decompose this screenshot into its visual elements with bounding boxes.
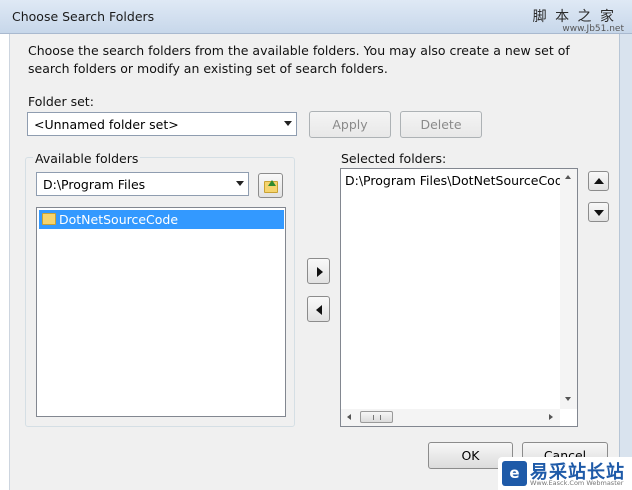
folder-set-label: Folder set: — [28, 94, 94, 109]
list-item[interactable]: DotNetSourceCode — [39, 210, 284, 229]
watermark-bottom: e 易采站长站 Www.Easck.Com Webmaster — [498, 457, 632, 490]
available-folders-label: Available folders — [33, 151, 141, 166]
move-down-button[interactable] — [588, 202, 609, 222]
available-path-value: D:\Program Files — [43, 177, 146, 192]
available-path-dropdown[interactable]: D:\Program Files — [36, 172, 249, 196]
remove-folder-button[interactable] — [307, 296, 330, 322]
folder-set-value: <Unnamed folder set> — [34, 117, 179, 132]
apply-button[interactable]: Apply — [309, 111, 391, 138]
delete-button[interactable]: Delete — [400, 111, 482, 138]
window-title: Choose Search Folders — [12, 9, 155, 24]
scroll-left-icon[interactable] — [347, 414, 351, 420]
available-folders-list[interactable]: DotNetSourceCode — [36, 207, 286, 417]
selected-folders-label: Selected folders: — [341, 151, 447, 166]
list-item[interactable]: D:\Program Files\DotNetSourceCode — [345, 173, 560, 188]
chevron-down-icon — [284, 121, 292, 126]
move-up-button[interactable] — [588, 171, 609, 191]
background-window-right-edge — [619, 34, 632, 490]
arrow-up-icon — [594, 178, 604, 184]
arrow-left-icon — [316, 305, 322, 315]
list-item-label: DotNetSourceCode — [59, 212, 179, 227]
folder-icon — [42, 213, 56, 225]
watermark-logo-icon: e — [502, 461, 527, 486]
scroll-right-icon[interactable] — [549, 414, 553, 420]
chevron-down-icon — [236, 181, 244, 186]
background-window-edge — [0, 34, 10, 490]
scroll-thumb[interactable] — [360, 411, 393, 423]
watermark-top: 脚 本 之 家 — [532, 9, 616, 25]
folder-set-dropdown[interactable]: <Unnamed folder set> — [27, 112, 297, 136]
watermark-bottom-sub: Www.Easck.Com Webmaster — [530, 479, 624, 487]
arrow-right-icon — [317, 267, 323, 277]
selected-folders-list[interactable]: D:\Program Files\DotNetSourceCode — [340, 168, 578, 427]
arrow-down-icon — [594, 210, 604, 216]
dialog-description: Choose the search folders from the avail… — [28, 43, 570, 76]
watermark-top-url: www.Jb51.net — [562, 24, 624, 34]
scroll-up-icon[interactable] — [565, 175, 571, 179]
vertical-scrollbar[interactable] — [560, 169, 577, 409]
horizontal-scrollbar[interactable] — [341, 409, 560, 426]
up-arrow-icon — [268, 180, 276, 186]
scroll-down-icon[interactable] — [565, 397, 571, 401]
add-folder-button[interactable] — [307, 258, 330, 284]
grip-icon — [373, 415, 381, 420]
folder-up-button[interactable] — [258, 173, 283, 198]
